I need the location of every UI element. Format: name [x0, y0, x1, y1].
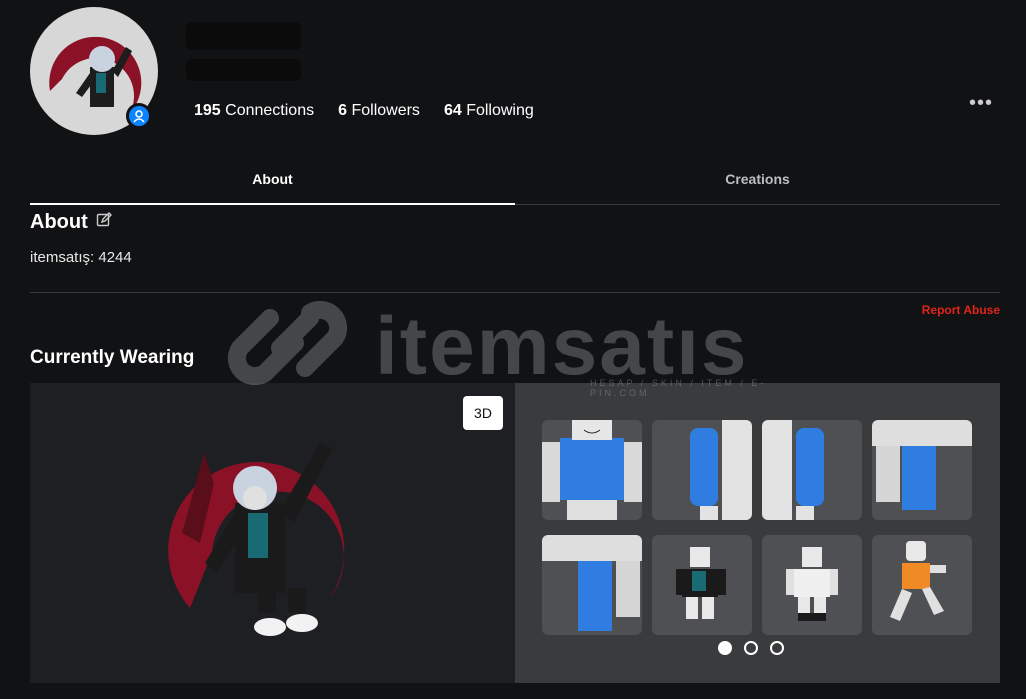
page-dot-3[interactable] [770, 641, 784, 655]
toggle-3d-button[interactable]: 3D [463, 396, 503, 430]
following-label: Following [466, 102, 534, 119]
connections-label: Connections [225, 102, 315, 119]
section-divider [30, 292, 1000, 293]
profile-avatar[interactable] [30, 7, 158, 135]
profile-tabs: About Creations [30, 160, 1000, 205]
currently-wearing-title: Currently Wearing [30, 347, 195, 368]
wearing-items-grid [542, 420, 972, 635]
watermark: itemsatıs HESAP / SKIN / ITEM / E-PIN.CO… [215, 298, 815, 398]
about-title: About [30, 211, 88, 233]
item-run-animation[interactable] [872, 535, 972, 635]
item-left-arm[interactable] [652, 420, 752, 520]
watermark-logo-icon [227, 300, 348, 386]
connections-count: 195 [194, 102, 221, 119]
presence-user-icon [126, 103, 152, 129]
watermark-word: itemsatıs [375, 301, 749, 392]
followers-count: 6 [338, 102, 348, 119]
avatar-preview-panel[interactable] [30, 383, 515, 683]
item-white-outfit[interactable] [762, 535, 862, 635]
item-left-leg[interactable] [542, 535, 642, 635]
tab-creations[interactable]: Creations [515, 160, 1000, 204]
item-shirt[interactable] [542, 420, 642, 520]
username-redacted [186, 59, 301, 81]
followers-stat[interactable]: 6 Followers [338, 102, 420, 120]
page-dot-2[interactable] [744, 641, 758, 655]
connections-stat[interactable]: 195 Connections [194, 102, 314, 120]
page-dot-1[interactable] [718, 641, 732, 655]
following-stat[interactable]: 64 Following [444, 102, 534, 120]
report-abuse-link[interactable]: Report Abuse [922, 303, 1000, 317]
item-jacket-outfit[interactable] [652, 535, 752, 635]
carousel-pagination [718, 641, 784, 655]
item-right-arm[interactable] [762, 420, 862, 520]
followers-label: Followers [351, 102, 420, 119]
more-options-icon[interactable]: ••• [969, 92, 993, 115]
tab-about[interactable]: About [30, 160, 515, 205]
about-description: itemsatış: 4244 [30, 249, 132, 266]
profile-stats: 195 Connections 6 Followers 64 Following [194, 102, 534, 120]
display-name-redacted [186, 22, 301, 50]
following-count: 64 [443, 102, 462, 119]
edit-icon[interactable] [96, 211, 112, 234]
item-right-leg[interactable] [872, 420, 972, 520]
about-heading: About [30, 211, 112, 234]
